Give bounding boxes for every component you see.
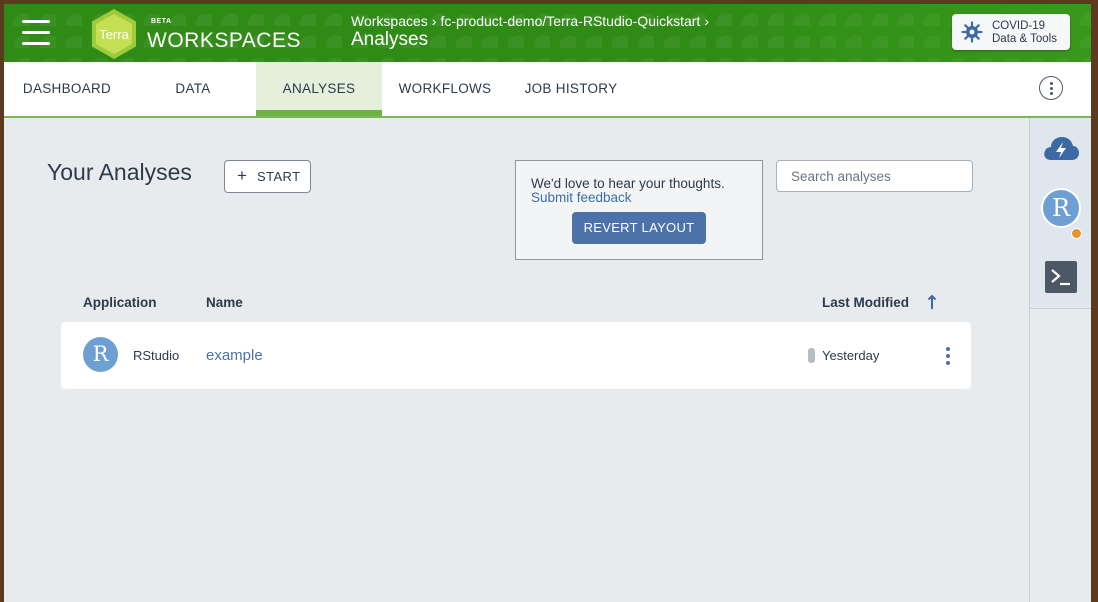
status-dot <box>1071 228 1082 239</box>
page-title: Analyses <box>351 29 429 50</box>
submit-feedback-link[interactable]: Submit feedback <box>531 190 632 205</box>
workspace-menu-icon[interactable] <box>1039 76 1063 100</box>
cloud-environment-button[interactable] <box>1030 118 1091 181</box>
row-last-modified: Yesterday <box>822 348 880 363</box>
terminal-icon <box>1045 261 1077 298</box>
row-analysis-name-link[interactable]: example <box>206 347 263 364</box>
feedback-message: We'd love to hear your thoughts. <box>531 176 725 191</box>
search-analyses-input[interactable] <box>776 160 973 192</box>
app-frame: Terra BETA WORKSPACES Workspaces › fc-prod… <box>4 4 1091 602</box>
column-header-application[interactable]: Application <box>83 295 157 310</box>
terra-logo[interactable]: Terra <box>88 8 140 60</box>
row-application: RStudio <box>133 348 180 363</box>
workspace-tabs: DASHBOARD DATA ANALYSES WORKFLOWS JOB HI… <box>4 62 1091 118</box>
terra-logo-text: Terra <box>99 27 129 42</box>
covid-data-tools-button[interactable]: COVID-19 Data & Tools <box>952 14 1070 50</box>
feedback-panel: We'd love to hear your thoughts. Submit … <box>515 160 763 260</box>
tab-data[interactable]: DATA <box>130 62 256 116</box>
analyses-heading: Your Analyses <box>47 159 192 185</box>
plus-icon: + <box>237 166 248 185</box>
table-row[interactable]: R RStudio example Yesterday <box>61 322 971 389</box>
cloud-lightning-icon <box>1042 134 1080 167</box>
terminal-button[interactable] <box>1030 246 1091 309</box>
virus-icon <box>961 21 983 43</box>
column-header-last-modified[interactable]: Last Modified <box>822 295 909 310</box>
covid-label-line2: Data & Tools <box>992 33 1057 45</box>
modified-indicator <box>808 348 815 363</box>
right-side-rail: R <box>1029 118 1091 602</box>
hamburger-menu-icon[interactable] <box>22 20 50 46</box>
tab-job-history[interactable]: JOB HISTORY <box>508 62 634 116</box>
tab-analyses[interactable]: ANALYSES <box>256 62 382 116</box>
revert-layout-button[interactable]: REVERT LAYOUT <box>572 212 706 244</box>
tab-dashboard[interactable]: DASHBOARD <box>4 62 130 116</box>
beta-label: BETA <box>151 18 172 25</box>
top-header: Terra BETA WORKSPACES Workspaces › fc-prod… <box>4 4 1091 62</box>
breadcrumb-workspace[interactable]: fc-product-demo/Terra-RStudio-Quickstart <box>440 13 700 29</box>
breadcrumb-sep: › <box>431 13 437 29</box>
row-menu-kebab-icon[interactable] <box>944 347 952 365</box>
column-header-name[interactable]: Name <box>206 295 243 310</box>
brand-title[interactable]: WORKSPACES <box>147 29 301 53</box>
start-button[interactable]: + START <box>224 160 311 193</box>
tab-workflows[interactable]: WORKFLOWS <box>382 62 508 116</box>
breadcrumb: Workspaces › fc-product-demo/Terra-RStudio… <box>351 13 713 29</box>
rstudio-app-icon: R <box>83 337 118 372</box>
covid-label-line1: COVID-19 <box>992 20 1046 32</box>
rstudio-avatar: R <box>1041 188 1081 228</box>
start-label: START <box>257 169 301 184</box>
sort-ascending-arrow-icon[interactable] <box>927 294 937 310</box>
breadcrumb-workspaces[interactable]: Workspaces <box>351 13 428 29</box>
rstudio-environment-button[interactable]: R <box>1030 180 1091 247</box>
breadcrumb-sep: › <box>704 13 709 29</box>
